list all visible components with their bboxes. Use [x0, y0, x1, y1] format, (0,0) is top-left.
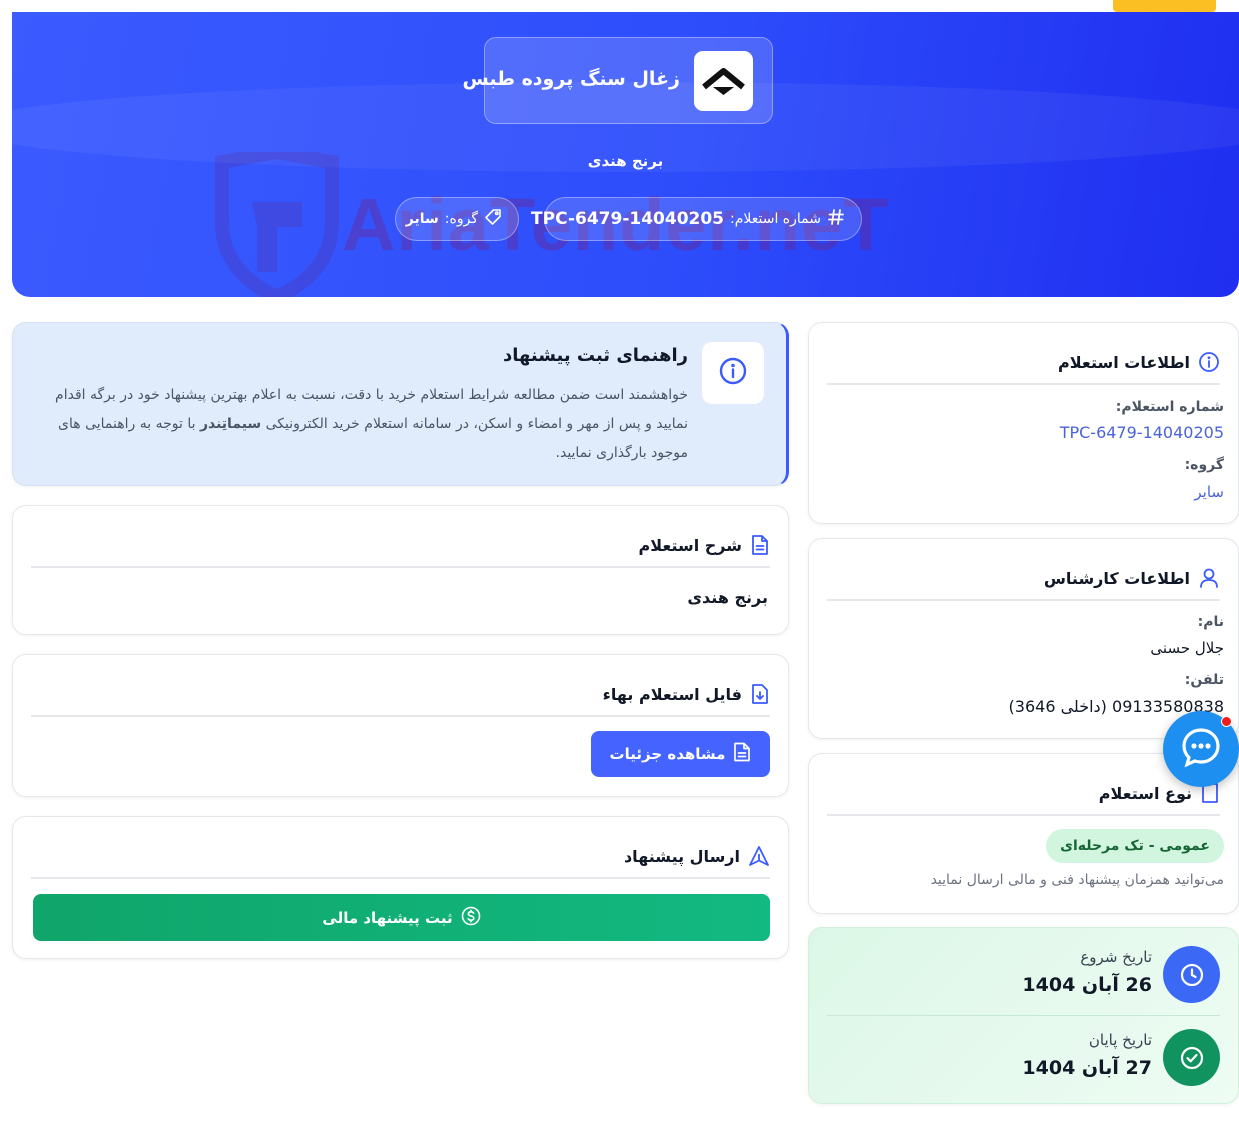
- group-pill: گروه: سایر: [395, 197, 519, 241]
- end-date-row: تاریخ پایان 27 آبان 1404: [827, 1017, 1220, 1099]
- inquiry-description-card: شرح استعلام برنج هندی: [12, 505, 789, 635]
- document-icon: [733, 742, 751, 766]
- chat-notification-dot: [1221, 716, 1232, 727]
- expert-title: اطلاعات کارشناس: [1043, 568, 1190, 588]
- inquiry-type-badge: عمومی - تک مرحله‌ای: [1046, 829, 1224, 863]
- expert-info-card: اطلاعات کارشناس نام: جلال حسنی تلفن: 091…: [808, 538, 1239, 739]
- send-offer-card: ارسال پیشنهاد ثبت پیشنهاد مالی: [12, 816, 789, 959]
- clock-icon: [1163, 946, 1220, 1003]
- send-icon: [748, 845, 770, 867]
- start-date-label: تاریخ شروع: [1080, 948, 1152, 966]
- info-title: اطلاعات استعلام: [1058, 352, 1190, 372]
- inquiry-number-value: TPC-6479-14040205: [531, 209, 725, 229]
- inquiry-number-pill: شماره استعلام: TPC-6479-14040205: [531, 197, 862, 241]
- inquiry-number-label: شماره استعلام:: [730, 211, 821, 227]
- group-label: گروه:: [444, 211, 478, 227]
- submit-financial-offer-button[interactable]: ثبت پیشنهاد مالی: [33, 894, 770, 941]
- company-logo: [694, 51, 753, 111]
- info-header: اطلاعات استعلام: [827, 341, 1220, 385]
- inquiry-type-note: می‌توانید همزمان پیشنهاد فنی و مالی ارسا…: [930, 872, 1224, 888]
- info-icon: [718, 356, 748, 390]
- top-strip: [0, 0, 1239, 12]
- start-date-row: تاریخ شروع 26 آبان 1404: [827, 934, 1220, 1016]
- hero-subtitle: برنج هندی: [587, 152, 664, 170]
- company-name: زغال سنگ پروده طبس: [462, 68, 680, 90]
- dates-card: تاریخ شروع 26 آبان 1404 تاریخ پایان 27 آ…: [808, 927, 1239, 1104]
- guide-brand-name: سیماتِندر: [199, 416, 262, 432]
- info-number-value[interactable]: TPC-6479-14040205: [1060, 423, 1224, 442]
- hero-banner: AriaTender.neT زغال سنگ پروده طبس برنج ه…: [12, 12, 1239, 297]
- inquiry-info-card: اطلاعات استعلام شماره استعلام: TPC-6479-…: [808, 322, 1239, 524]
- send-title: ارسال پیشنهاد: [623, 846, 740, 866]
- end-date-label: تاریخ پایان: [1088, 1031, 1152, 1049]
- guide-icon-box: [702, 342, 764, 404]
- file-download-icon: [750, 683, 770, 705]
- inquiry-file-card: فایل استعلام بهاء مشاهده جزئیات: [12, 654, 789, 797]
- guide-text: خواهشمند است ضمن مطالعه شرایط استعلام خر…: [28, 381, 688, 468]
- user-icon: [1198, 567, 1220, 589]
- end-date-value: 27 آبان 1404: [1022, 1057, 1152, 1079]
- guide-title: راهنمای ثبت پیشنهاد: [502, 345, 688, 366]
- file-title: فایل استعلام بهاء: [602, 684, 742, 704]
- chat-icon: [1179, 725, 1223, 773]
- description-header: شرح استعلام: [31, 524, 770, 568]
- brand-box: زغال سنگ پروده طبس: [462, 37, 773, 124]
- type-header: نوع استعلام: [827, 772, 1220, 816]
- hash-icon: [827, 208, 845, 230]
- info-group-label: گروه:: [1184, 457, 1224, 473]
- view-details-label: مشاهده جزئیات: [609, 745, 726, 763]
- document-icon: [750, 534, 770, 556]
- tag-icon: [484, 208, 502, 230]
- info-number-label: شماره استعلام:: [1115, 399, 1224, 415]
- top-accent-tab[interactable]: [1113, 0, 1216, 12]
- submit-financial-offer-label: ثبت پیشنهاد مالی: [322, 908, 453, 927]
- type-title: نوع استعلام: [1098, 783, 1192, 803]
- view-details-button[interactable]: مشاهده جزئیات: [591, 731, 770, 777]
- description-title: شرح استعلام: [638, 535, 742, 555]
- start-date-value: 26 آبان 1404: [1022, 974, 1152, 996]
- expert-header: اطلاعات کارشناس: [827, 557, 1220, 601]
- description-body: برنج هندی: [687, 588, 768, 607]
- submission-guide-card: راهنمای ثبت پیشنهاد خواهشمند است ضمن مطا…: [12, 322, 789, 486]
- dollar-icon: [461, 906, 481, 930]
- inquiry-type-card: نوع استعلام عمومی - تک مرحله‌ای می‌توانی…: [808, 753, 1239, 914]
- info-group-value[interactable]: سایر: [1194, 483, 1224, 501]
- send-header: ارسال پیشنهاد: [31, 835, 770, 879]
- info-icon: [1198, 351, 1220, 373]
- check-circle-icon: [1163, 1029, 1220, 1086]
- group-value: سایر: [405, 211, 439, 227]
- expert-name-value: جلال حسنی: [1150, 639, 1224, 657]
- file-header: فایل استعلام بهاء: [31, 673, 770, 717]
- expert-phone-label: تلفن:: [1184, 672, 1224, 688]
- expert-name-label: نام:: [1197, 614, 1224, 630]
